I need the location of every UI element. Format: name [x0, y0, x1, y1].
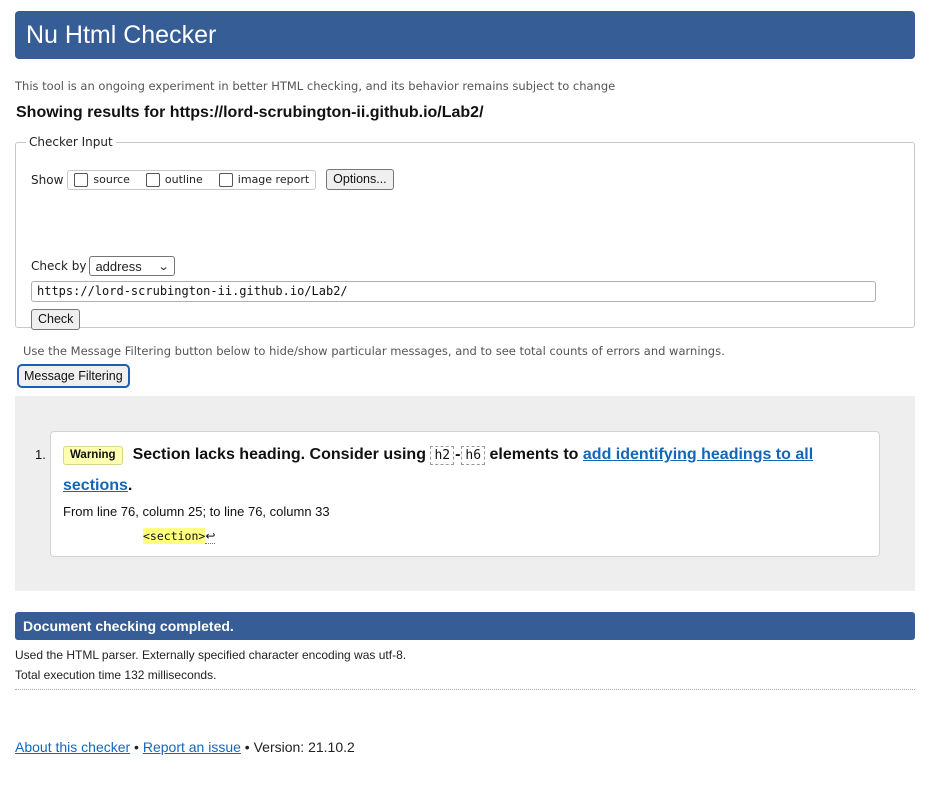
footer-separator: •: [130, 739, 143, 755]
show-outline-option[interactable]: outline: [145, 172, 203, 187]
message-list: 1. Warning Section lacks heading. Conside…: [15, 396, 915, 591]
app-header: Nu Html Checker: [15, 11, 915, 59]
app-title: Nu Html Checker: [26, 21, 217, 49]
check-by-value: address: [95, 258, 142, 274]
chevron-down-icon: ⌄: [157, 260, 170, 273]
completion-bar: Document checking completed.: [15, 612, 915, 640]
check-by-label: Check by: [31, 259, 87, 273]
extract-highlight: <section>: [143, 528, 206, 544]
message-number: 1.: [35, 447, 46, 462]
parser-info: Used the HTML parser. Externally specifi…: [15, 648, 407, 662]
footer: About this checker • Report an issue • V…: [15, 739, 355, 755]
message-text-before: Section lacks heading. Consider using: [132, 446, 426, 463]
intro-text: This tool is an ongoing experiment in be…: [15, 79, 616, 93]
show-source-option[interactable]: source: [74, 172, 130, 187]
message-text-middle: elements to: [489, 446, 579, 463]
message-filtering-button[interactable]: Message Filtering: [17, 364, 130, 388]
outline-checkbox[interactable]: [145, 172, 160, 187]
show-image-report-option[interactable]: image report: [218, 172, 310, 187]
checker-input-fieldset: Checker Input Show source outline image …: [15, 135, 915, 330]
show-label: Show: [31, 172, 64, 187]
check-by-select[interactable]: address ⌄: [89, 256, 176, 276]
source-extract: <section>↩: [143, 528, 216, 544]
completion-title: Document checking completed.: [23, 618, 234, 634]
source-checkbox[interactable]: [74, 172, 89, 187]
filter-note: Use the Message Filtering button below t…: [23, 344, 725, 358]
execution-time: Total execution time 132 milliseconds.: [15, 668, 217, 682]
url-input[interactable]: https://lord-scrubington-ii.github.io/La…: [31, 281, 876, 302]
warning-badge: Warning: [63, 446, 123, 465]
options-button[interactable]: Options...: [326, 169, 394, 190]
show-options-group: source outline image report: [67, 169, 317, 190]
check-by-row: Check by address ⌄: [31, 256, 176, 276]
image-report-checkbox[interactable]: [218, 172, 233, 187]
outline-label: outline: [164, 173, 203, 186]
return-icon: ↩: [205, 529, 216, 544]
message-item: Warning Section lacks heading. Consider u…: [50, 431, 880, 557]
results-heading: Showing results for https://lord-scrubin…: [16, 104, 484, 121]
code-h6: h6: [461, 446, 486, 465]
source-label: source: [93, 173, 130, 186]
code-h2: h2: [430, 446, 455, 465]
image-report-label: image report: [237, 173, 310, 186]
message-text-after: .: [127, 477, 133, 494]
divider: [15, 689, 915, 690]
check-button[interactable]: Check: [31, 309, 81, 330]
message-location: From line 76, column 25; to line 76, col…: [63, 504, 330, 519]
report-issue-link[interactable]: Report an issue: [143, 739, 241, 755]
about-link[interactable]: About this checker: [15, 739, 130, 755]
show-options-row: Show source outline image report Options…: [31, 169, 394, 190]
checker-input-legend: Checker Input: [29, 135, 113, 149]
message-text: Warning Section lacks heading. Consider u…: [63, 440, 853, 501]
version-text: • Version: 21.10.2: [240, 739, 355, 755]
